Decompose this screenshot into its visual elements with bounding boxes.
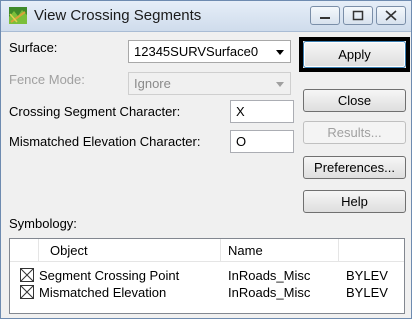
surface-dropdown[interactable]: 12345SURVSurface0	[128, 40, 291, 63]
chevron-down-icon	[276, 50, 284, 55]
dialog-window: View Crossing Segments Surface: 12345SUR…	[0, 0, 412, 319]
results-button[interactable]: Results...	[303, 121, 406, 144]
table-row[interactable]: Segment Crossing Point InRoads_Misc BYLE…	[10, 267, 404, 284]
close-window-button[interactable]	[376, 6, 406, 25]
app-icon	[9, 7, 27, 24]
mismatched-character-label: Mismatched Elevation Character:	[9, 134, 201, 149]
close-button[interactable]: Close	[303, 89, 406, 112]
column-divider[interactable]	[338, 239, 339, 261]
maximize-button[interactable]	[343, 6, 373, 25]
surface-value: 12345SURVSurface0	[134, 44, 259, 59]
window-title: View Crossing Segments	[34, 7, 202, 24]
fence-mode-value: Ignore	[134, 76, 171, 91]
maximize-icon	[352, 10, 364, 21]
minimize-button[interactable]	[310, 6, 340, 25]
column-divider[interactable]	[38, 239, 39, 261]
fence-mode-dropdown[interactable]: Ignore	[128, 72, 291, 95]
apply-button[interactable]: Apply	[303, 41, 406, 68]
close-icon	[385, 10, 397, 21]
chevron-down-icon	[276, 82, 284, 87]
symbology-list[interactable]: Object Name Segment Crossing Point InRoa…	[9, 238, 405, 314]
mismatched-character-input[interactable]: O	[230, 130, 294, 153]
row-object: Segment Crossing Point	[39, 268, 180, 283]
row-name: InRoads_Misc	[228, 268, 311, 283]
symbology-label: Symbology:	[9, 216, 77, 231]
preferences-button[interactable]: Preferences...	[303, 156, 406, 179]
column-divider[interactable]	[220, 239, 221, 261]
minimize-icon	[320, 17, 330, 19]
checkbox-checked-icon[interactable]	[20, 285, 34, 299]
row-name: InRoads_Misc	[228, 285, 311, 300]
surface-label: Surface:	[9, 40, 58, 55]
table-row[interactable]: Mismatched Elevation InRoads_Misc BYLEV	[10, 284, 404, 301]
crossing-character-input[interactable]: X	[230, 100, 294, 123]
row-object: Mismatched Elevation	[39, 285, 167, 300]
crossing-character-value: X	[236, 104, 245, 119]
fence-mode-label: Fence Mode:	[9, 72, 85, 87]
row-level: BYLEV	[346, 285, 388, 300]
column-header-object[interactable]: Object	[50, 243, 88, 258]
title-bar[interactable]: View Crossing Segments	[1, 1, 411, 32]
column-header-name[interactable]: Name	[228, 243, 263, 258]
row-level: BYLEV	[346, 268, 388, 283]
crossing-character-label: Crossing Segment Character:	[9, 104, 181, 119]
checkbox-checked-icon[interactable]	[20, 268, 34, 282]
mismatched-character-value: O	[236, 134, 247, 149]
list-header: Object Name	[10, 239, 404, 262]
help-button[interactable]: Help	[303, 190, 406, 213]
